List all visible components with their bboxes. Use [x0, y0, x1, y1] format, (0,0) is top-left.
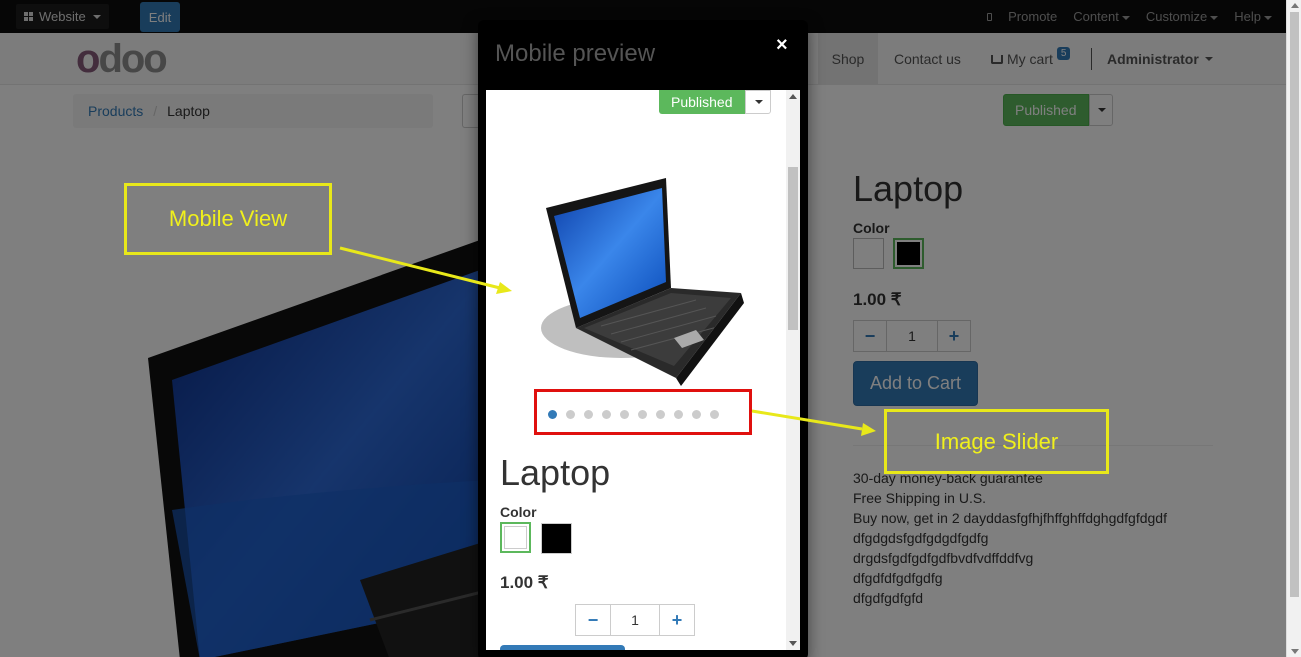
mobile-publish-dropdown[interactable] [744, 90, 771, 114]
mobile-scrollbar-thumb[interactable] [788, 167, 798, 330]
page-scrollbar[interactable] [1286, 0, 1301, 657]
scroll-down-arrow-icon[interactable] [789, 641, 797, 646]
scroll-up-arrow-icon[interactable] [1291, 3, 1299, 8]
mobile-quantity-minus-button[interactable]: − [575, 604, 611, 636]
mobile-product-title: Laptop [500, 452, 611, 493]
mobile-color-swatch-black[interactable] [541, 523, 572, 554]
caret-down-icon [755, 100, 763, 104]
mobile-preview-modal: Mobile preview × Published Laptop Color … [478, 20, 808, 657]
mobile-product-price: 1.00 ₹ [500, 573, 549, 592]
mobile-preview-frame: Published Laptop Color 1.00 ₹ − 1 + [486, 90, 800, 650]
mobile-color-label: Color [500, 504, 537, 520]
mobile-add-to-cart-button[interactable] [500, 645, 625, 650]
mobile-quantity-plus-button[interactable]: + [659, 604, 695, 636]
scrollbar-thumb[interactable] [1290, 12, 1299, 597]
mobile-published-button[interactable]: Published [659, 90, 745, 114]
annotation-image-slider: Image Slider [884, 409, 1109, 474]
scroll-up-arrow-icon[interactable] [789, 94, 797, 99]
annotation-slider-highlight [534, 389, 752, 435]
annotation-mobile-view: Mobile View [124, 183, 332, 255]
mobile-quantity-stepper: − 1 + [575, 604, 695, 636]
scroll-down-arrow-icon[interactable] [1291, 649, 1299, 654]
mobile-quantity-input[interactable]: 1 [611, 604, 659, 636]
mobile-product-image-laptop [541, 178, 744, 386]
mobile-publish-toggle[interactable]: Published [659, 90, 771, 114]
close-icon[interactable]: × [776, 34, 788, 57]
mobile-color-swatch-white[interactable] [500, 522, 531, 553]
mobile-frame-scrollbar[interactable] [786, 90, 800, 650]
modal-title: Mobile preview [495, 40, 656, 67]
